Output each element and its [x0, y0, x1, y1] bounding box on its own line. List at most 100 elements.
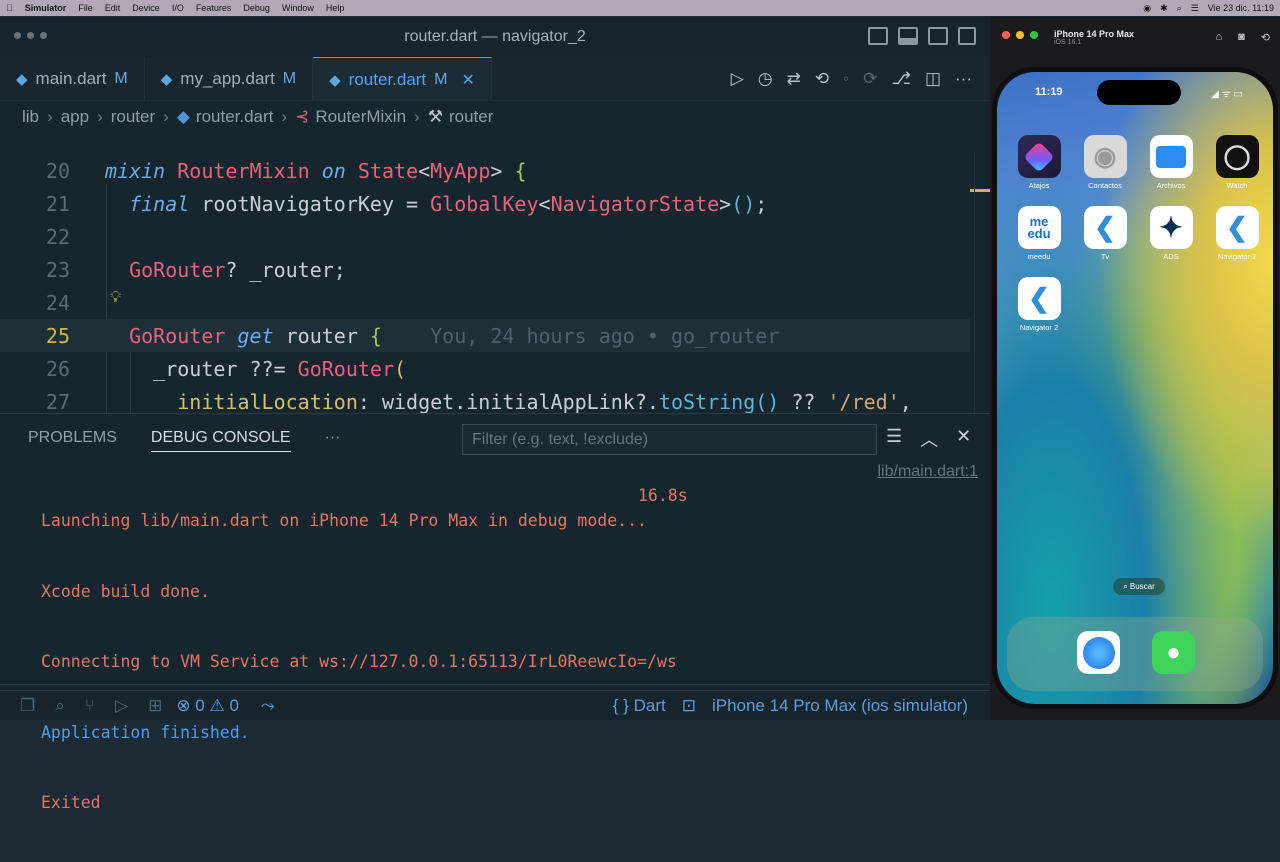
menubar-status-area: ◉ ✱ ⌕ ☰ Vie 23 dic. 11:19 [1143, 3, 1274, 14]
lightbulb-icon[interactable]: 💡︎ [110, 287, 121, 307]
compare-changes-icon[interactable]: ⇄ [787, 69, 801, 89]
app-atajos[interactable]: Atajos [1009, 135, 1069, 190]
minimize-window-button[interactable] [1016, 31, 1024, 39]
console-output[interactable]: Launching lib/main.dart on iPhone 14 Pro… [41, 462, 677, 862]
source-link[interactable]: lib/main.dart:1 [878, 463, 979, 481]
window-titlebar: router.dart — navigator_2 [0, 17, 990, 57]
app-contactos[interactable]: ◉ Contactos [1075, 135, 1135, 190]
close-tab-icon[interactable]: ✕ [462, 70, 475, 90]
code-line[interactable]: 21 final rootNavigatorKey = GlobalKey<Na… [0, 187, 970, 220]
remote-icon[interactable]: ⤳ [261, 696, 275, 716]
breadcrumb-lib[interactable]: lib [22, 107, 39, 127]
close-window-button[interactable] [1002, 31, 1010, 39]
code-line[interactable]: 20 mixin RouterMixin on State<MyApp> { [0, 154, 970, 187]
code-line[interactable]: 24 [0, 286, 970, 319]
breadcrumb-router-folder[interactable]: router [111, 107, 155, 127]
menu-io[interactable]: I/O [172, 3, 184, 13]
home-icon[interactable]: ⌂ [1215, 31, 1222, 44]
simulator-titlebar: iPhone 14 Pro Max iOS 16.1 ⌂ ◙ ⟲ [990, 17, 1280, 67]
extensions-icon[interactable]: ⊞ [148, 696, 162, 716]
search-icon[interactable]: ⌕ [1177, 3, 1182, 14]
zoom-window-button[interactable] [40, 32, 47, 39]
iphone-frame: 11:19 ◢ ᯤ ▭ Atajos ◉ Contactos Archivos … [992, 67, 1278, 709]
home-screen[interactable]: 11:19 ◢ ᯤ ▭ Atajos ◉ Contactos Archivos … [997, 72, 1273, 704]
menu-debug[interactable]: Debug [243, 3, 270, 13]
chevron-right-icon: › [163, 107, 169, 126]
breadcrumb-member[interactable]: router [449, 107, 493, 127]
code-line[interactable]: 26 _router ??= GoRouter( [0, 352, 970, 385]
menu-features[interactable]: Features [196, 3, 232, 13]
app-watch[interactable]: ◯ Watch [1207, 135, 1267, 190]
menu-device[interactable]: Device [132, 3, 160, 13]
menu-edit[interactable]: Edit [105, 3, 121, 13]
explorer-icon[interactable]: ❐ [20, 696, 35, 716]
app-meedu[interactable]: me edu meedu [1009, 206, 1069, 261]
source-control-icon[interactable]: ⑂ [85, 696, 95, 716]
menu-window[interactable]: Window [282, 3, 314, 13]
window-controls[interactable] [14, 32, 47, 39]
timeline-icon[interactable]: ◦ [843, 69, 849, 89]
close-window-button[interactable] [14, 32, 21, 39]
code-editor[interactable]: 20 mixin RouterMixin on State<MyApp> { 2… [0, 151, 990, 413]
device-selector[interactable]: iPhone 14 Pro Max (ios simulator) [712, 696, 968, 716]
next-change-icon[interactable]: ⟳ [863, 69, 877, 89]
breadcrumb-symbol[interactable]: RouterMixin [315, 107, 406, 127]
tab-router-dart[interactable]: ◆ router.dart M ✕ [313, 57, 492, 101]
editor-scrollbar[interactable] [974, 151, 988, 413]
device-selector-icon[interactable]: ⊡ [682, 696, 696, 716]
app-navigator-2-second[interactable]: ❮ Navigator 2 [1009, 277, 1069, 332]
problems-status[interactable]: ⊗ 0 ⚠ 0 [176, 696, 239, 716]
clear-console-icon[interactable]: ☰ [886, 426, 902, 452]
run-debug-icon[interactable]: ▷ [115, 696, 128, 716]
more-panels-icon[interactable]: ··· [325, 429, 341, 447]
warning-icon: ⚠ [209, 695, 225, 715]
zoom-window-button[interactable] [1030, 31, 1038, 39]
tab-debug-console[interactable]: DEBUG CONSOLE [150, 429, 291, 452]
app-ads[interactable]: ✦ ADS [1141, 206, 1201, 261]
git-branch-icon[interactable]: ⎇ [891, 69, 911, 89]
menubar-clock[interactable]: Vie 23 dic. 11:19 [1208, 3, 1274, 13]
apple-icon[interactable]:  [6, 3, 13, 13]
safari-icon[interactable] [1077, 631, 1120, 674]
app-archivos[interactable]: Archivos [1141, 135, 1201, 190]
chevron-right-icon: › [281, 107, 288, 126]
app-navigator-2[interactable]: ❮ Navigator 2 [1207, 206, 1267, 261]
spotlight-search-button[interactable]: ⌕ Buscar [1113, 578, 1165, 595]
run-icon[interactable]: ▷ [731, 69, 744, 89]
customize-layout-icon[interactable] [958, 27, 976, 45]
split-editor-icon[interactable]: ◫ [925, 69, 941, 89]
history-icon[interactable]: ◷ [758, 69, 773, 89]
console-filter-input[interactable]: Filter (e.g. text, !exclude) [462, 424, 877, 455]
code-line[interactable]: 22 [0, 220, 970, 253]
breadcrumb-file[interactable]: router.dart [196, 107, 274, 127]
tab-main-dart[interactable]: ◆ main.dart M [0, 57, 145, 101]
chevron-right-icon: › [414, 107, 420, 126]
menu-app-name[interactable]: Simulator [25, 3, 67, 13]
code-line[interactable]: 23 GoRouter? _router; [0, 253, 970, 286]
code-line-current[interactable]: 25 GoRouter get router { You, 24 hours a… [0, 319, 970, 352]
toggle-panel-icon[interactable] [898, 27, 918, 45]
bluetooth-icon[interactable]: ✱ [1160, 3, 1168, 14]
close-panel-icon[interactable]: ✕ [956, 426, 971, 452]
minimize-window-button[interactable] [27, 32, 34, 39]
tab-problems[interactable]: PROBLEMS [28, 429, 117, 447]
maximize-panel-icon[interactable]: ︿ [920, 426, 938, 452]
toggle-secondary-sidebar-icon[interactable] [928, 27, 948, 45]
app-tv[interactable]: ❮ Tv [1075, 206, 1135, 261]
search-icon[interactable]: ⌕ [55, 696, 65, 716]
control-center-icon[interactable]: ☰ [1191, 3, 1199, 14]
wifi-status-icon[interactable]: ◉ [1143, 3, 1151, 14]
code-line[interactable]: 27 initialLocation: widget.initialAppLin… [0, 385, 970, 414]
tab-my-app-dart[interactable]: ◆ my_app.dart M [145, 57, 314, 101]
menu-help[interactable]: Help [326, 3, 345, 13]
language-mode[interactable]: { } Dart [613, 696, 666, 716]
menu-file[interactable]: File [78, 3, 93, 13]
more-actions-icon[interactable]: ··· [955, 69, 972, 89]
previous-change-icon[interactable]: ⟲ [815, 69, 829, 89]
messages-icon[interactable]: ● [1152, 631, 1195, 674]
toggle-sidebar-icon[interactable] [868, 27, 888, 45]
screenshot-icon[interactable]: ◙ [1238, 31, 1245, 44]
breadcrumb-app[interactable]: app [61, 107, 89, 127]
contacts-icon: ◉ [1083, 135, 1127, 178]
rotate-icon[interactable]: ⟲ [1261, 31, 1270, 44]
